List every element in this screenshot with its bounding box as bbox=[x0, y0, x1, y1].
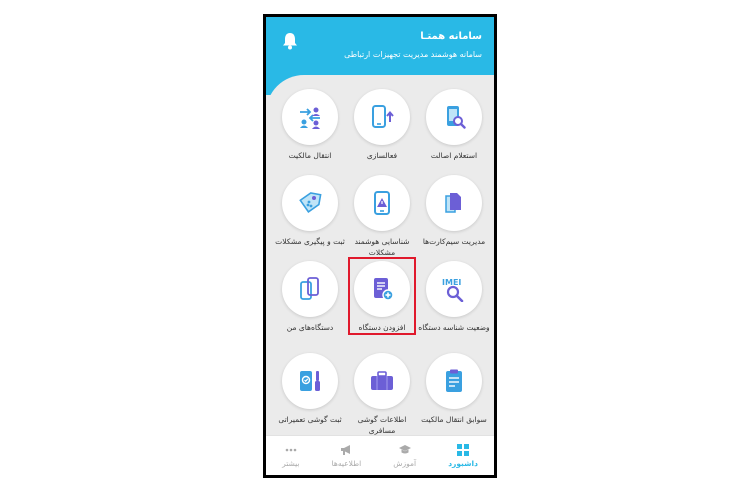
repair-icon bbox=[300, 371, 320, 391]
nav-dashboard[interactable]: داشبورد bbox=[448, 443, 478, 468]
nav-label: آموزش bbox=[393, 458, 417, 468]
phone-upload-icon bbox=[372, 105, 394, 128]
tile-label: اطلاعات گوشی مسافری bbox=[357, 415, 407, 435]
bell-icon[interactable] bbox=[282, 32, 298, 50]
tile-my-devices[interactable]: دستگاه‌های من bbox=[272, 261, 348, 333]
tile-circle bbox=[282, 261, 338, 317]
tile-circle bbox=[354, 89, 410, 145]
nav-announcements[interactable]: اطلاعیه‌ها bbox=[331, 444, 362, 468]
tile-report-issues[interactable]: ثبت و پیگیری مشکلات bbox=[272, 175, 348, 247]
tile-label: استعلام اصالت bbox=[430, 151, 478, 160]
app-screen: سامانه همتـا سامانه هوشمند مدیریت تجهیزا… bbox=[266, 17, 494, 475]
my-devices-icon bbox=[300, 277, 319, 300]
tile-label: فعالسازی bbox=[366, 151, 398, 160]
tile-smart-diagnosis[interactable]: شناسایی هوشمند مشکلات bbox=[344, 175, 420, 258]
tile-activation[interactable]: فعالسازی bbox=[344, 89, 420, 161]
tile-circle: IMEI bbox=[426, 261, 482, 317]
svg-text:IMEI: IMEI bbox=[442, 278, 461, 287]
tile-circle bbox=[282, 175, 338, 231]
tile-label: وضعیت شناسه دستگاه bbox=[418, 323, 490, 332]
graduation-cap-icon bbox=[398, 444, 411, 453]
tile-sim-management[interactable]: مدیریت سیم‌کارت‌ها bbox=[416, 175, 492, 247]
tile-circle bbox=[282, 89, 338, 145]
tile-circle bbox=[426, 175, 482, 231]
tile-label: انتقال مالکیت bbox=[288, 151, 332, 160]
megaphone-icon bbox=[341, 444, 351, 455]
transfer-history-icon bbox=[446, 369, 462, 392]
nav-label: داشبورد bbox=[448, 458, 478, 468]
tile-circle bbox=[354, 353, 410, 409]
tag-icon bbox=[299, 192, 322, 213]
tile-label: شناسایی هوشمند مشکلات bbox=[354, 237, 410, 257]
tile-label: سوابق انتقال مالکیت bbox=[421, 415, 487, 424]
tile-transfer-history[interactable]: سوابق انتقال مالکیت bbox=[416, 353, 492, 425]
tile-circle bbox=[426, 353, 482, 409]
grid-icon bbox=[457, 443, 470, 456]
tile-circle bbox=[426, 89, 482, 145]
tile-circle bbox=[282, 353, 338, 409]
phone-warning-icon bbox=[374, 191, 390, 215]
phone-search-icon bbox=[447, 106, 466, 129]
app-title: سامانه همتـا bbox=[420, 31, 482, 42]
sim-cards-icon bbox=[445, 193, 461, 213]
nav-more[interactable]: بیشتر bbox=[282, 444, 300, 468]
luggage-icon bbox=[371, 371, 393, 390]
tile-label: دستگاه‌های من bbox=[286, 323, 334, 332]
imei-search-icon: IMEI bbox=[442, 278, 464, 302]
nav-label: بیشتر bbox=[282, 458, 300, 468]
nav-label: اطلاعیه‌ها bbox=[331, 458, 362, 468]
app-subtitle: سامانه هوشمند مدیریت تجهیزات ارتباطی bbox=[344, 50, 482, 59]
add-device-highlight bbox=[348, 257, 416, 335]
more-dots-icon bbox=[285, 448, 297, 451]
tile-authenticity-check[interactable]: استعلام اصالت bbox=[416, 89, 492, 161]
phone-frame: سامانه همتـا سامانه هوشمند مدیریت تجهیزا… bbox=[263, 14, 497, 478]
tile-label: مدیریت سیم‌کارت‌ها bbox=[422, 237, 486, 246]
transfer-users-icon bbox=[300, 107, 320, 129]
tile-label: ثبت گوشی تعمیراتی bbox=[278, 415, 342, 424]
nav-education[interactable]: آموزش bbox=[393, 444, 416, 468]
bottom-nav: داشبورد آموزش اطلاعیه‌ها bbox=[266, 435, 494, 475]
tile-circle bbox=[354, 175, 410, 231]
tile-repair-phone[interactable]: ثبت گوشی تعمیراتی bbox=[272, 353, 348, 425]
tile-ownership-transfer[interactable]: انتقال مالکیت bbox=[272, 89, 348, 161]
tile-label: ثبت و پیگیری مشکلات bbox=[275, 237, 345, 246]
tile-traveler-phone-info[interactable]: اطلاعات گوشی مسافری bbox=[344, 353, 420, 436]
tile-device-id-status[interactable]: IMEI وضعیت شناسه دستگاه bbox=[416, 261, 492, 333]
